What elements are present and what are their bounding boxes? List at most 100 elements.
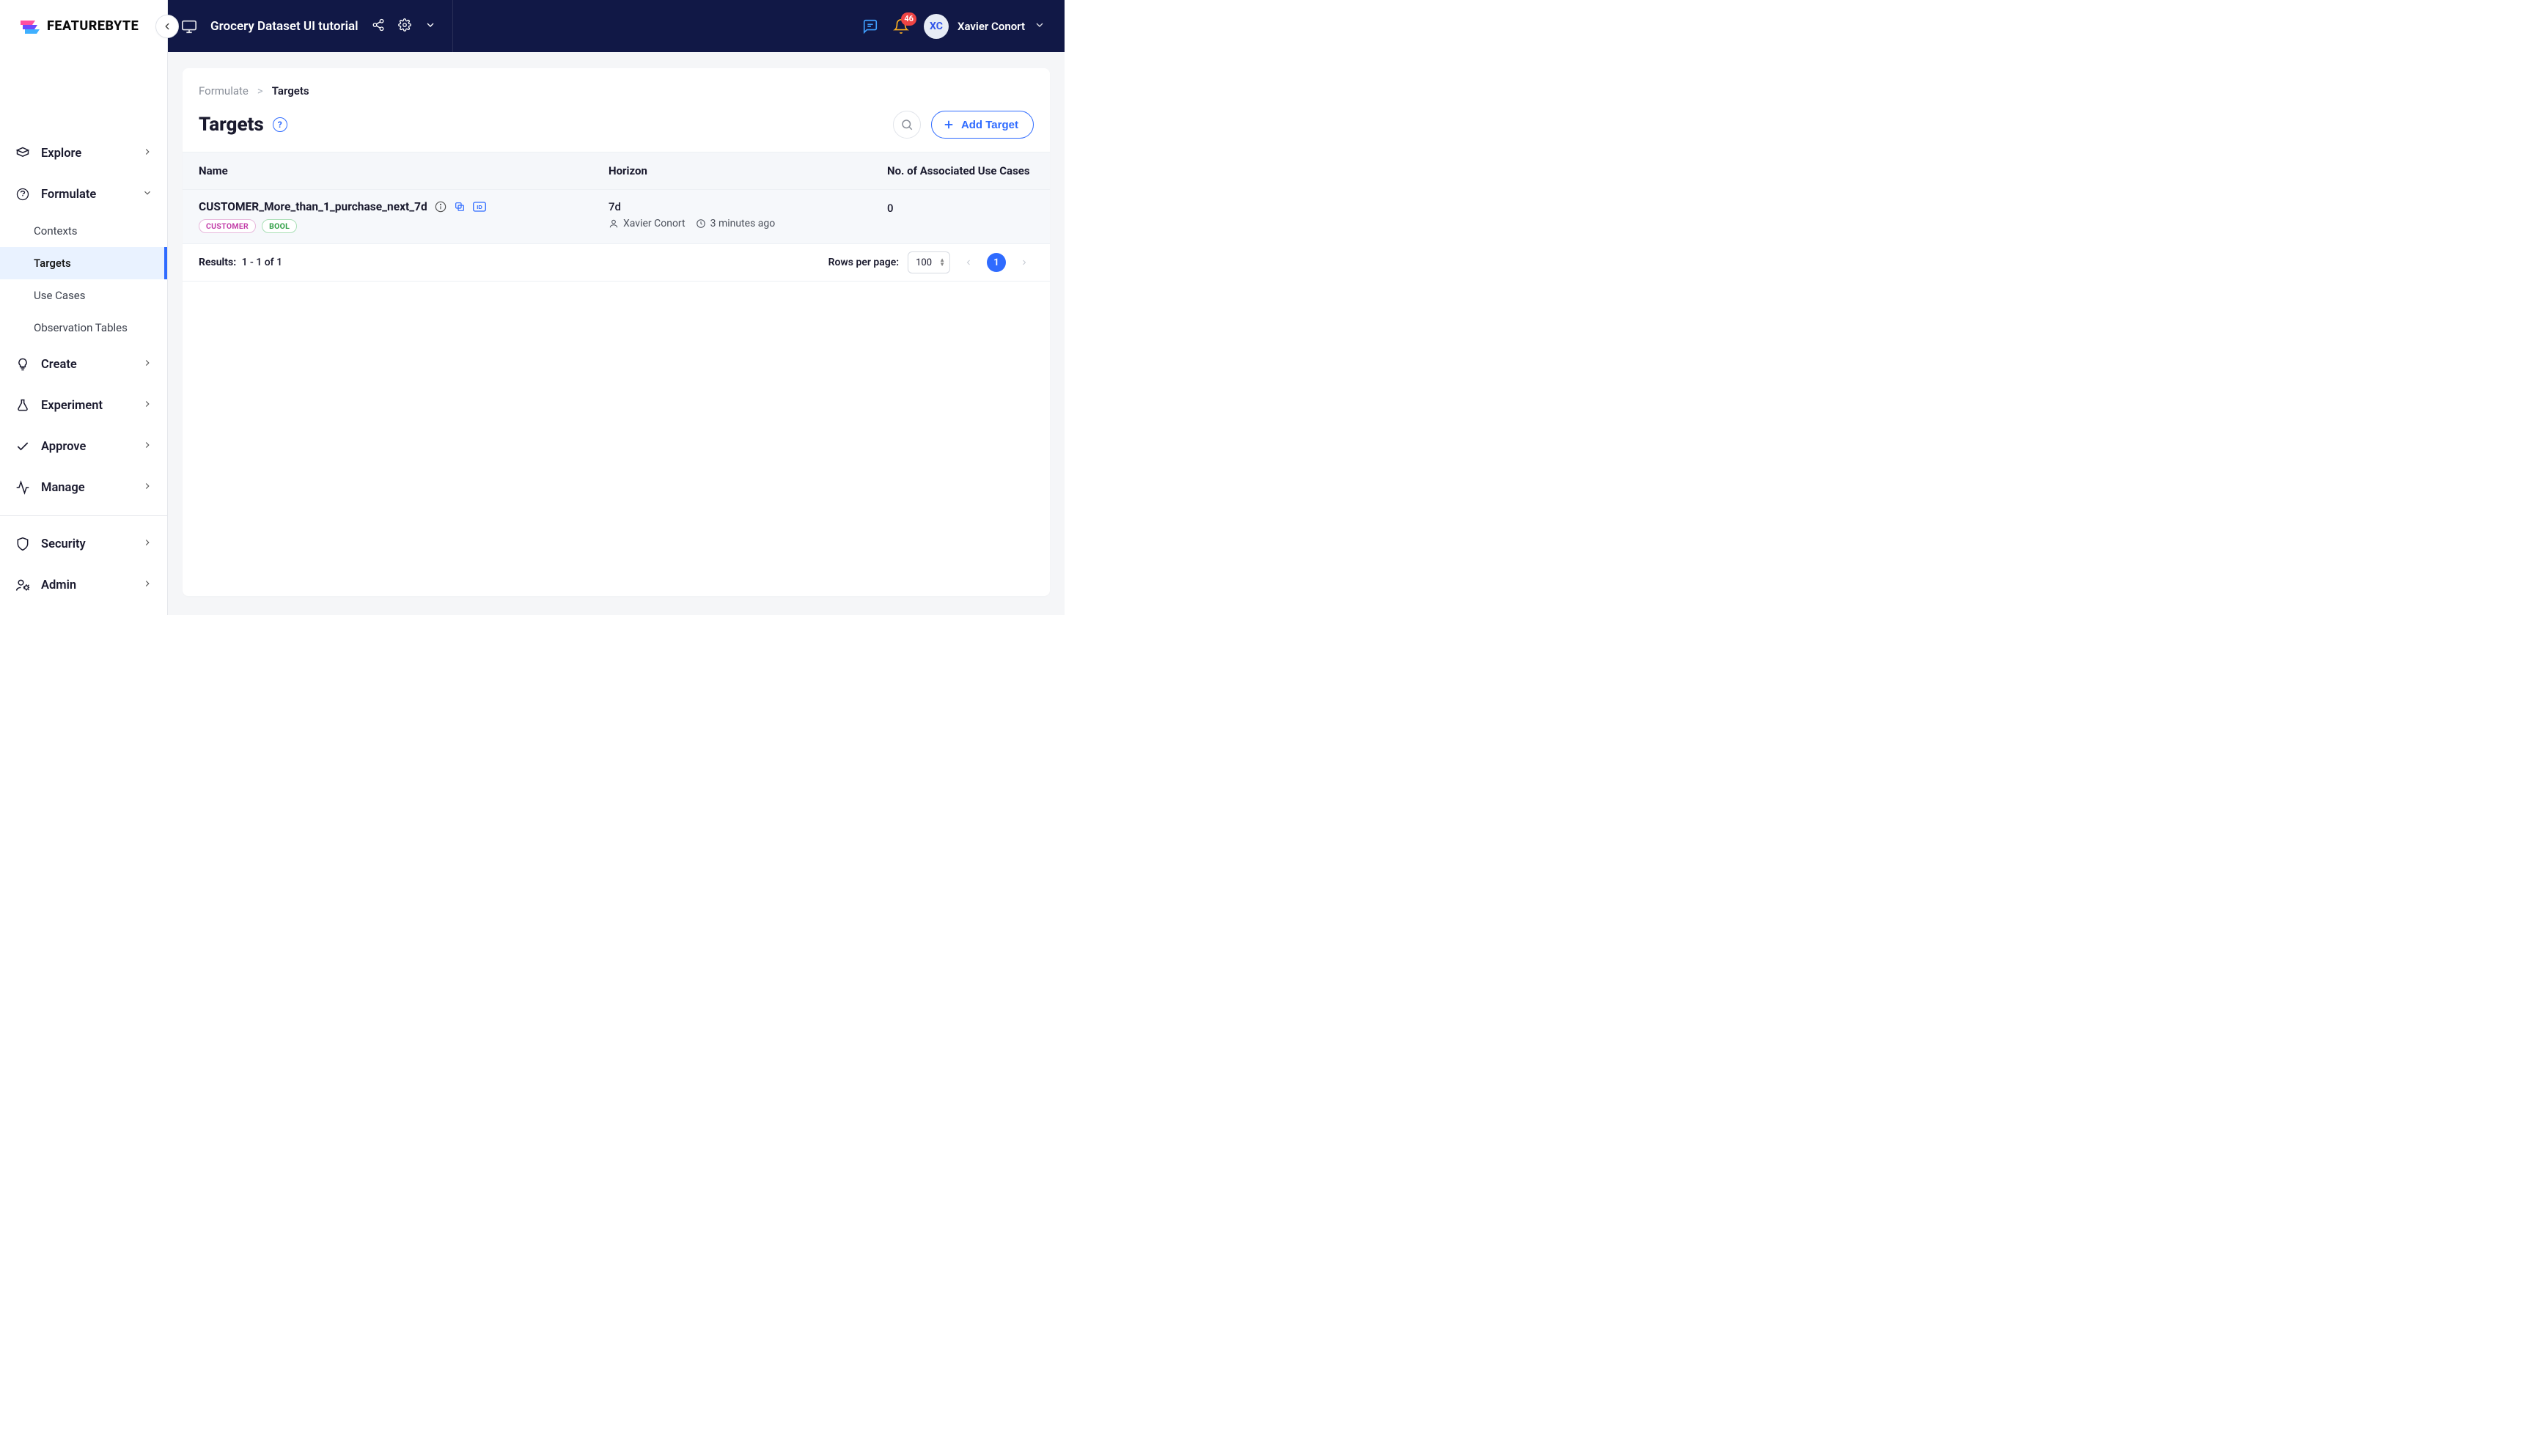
sidebar-item-use-cases[interactable]: Use Cases bbox=[0, 279, 167, 312]
nav-label: Explore bbox=[41, 147, 81, 161]
shield-icon bbox=[15, 537, 31, 551]
chevron-right-icon bbox=[142, 399, 152, 413]
breadcrumb-separator: > bbox=[257, 84, 263, 98]
title-row: Targets ? Add Target bbox=[183, 98, 1050, 152]
chevron-down-icon[interactable] bbox=[424, 19, 436, 34]
entity-badge: CUSTOMER bbox=[199, 219, 256, 233]
search-button[interactable] bbox=[893, 111, 921, 139]
page-title-text: Targets bbox=[199, 114, 264, 136]
plus-icon bbox=[942, 118, 955, 131]
chat-button[interactable] bbox=[862, 18, 878, 34]
chevron-down-icon bbox=[142, 188, 152, 202]
sidebar-item-manage[interactable]: Manage bbox=[0, 467, 167, 508]
sidebar-item-admin[interactable]: Admin bbox=[0, 565, 167, 606]
collapse-sidebar-button[interactable] bbox=[155, 15, 179, 38]
main-area: Grocery Dataset UI tutorial 46 XC bbox=[168, 0, 1065, 615]
notifications-button[interactable]: 46 bbox=[893, 18, 909, 34]
nav-label: Observation Tables bbox=[34, 321, 128, 334]
id-badge-icon[interactable]: ID bbox=[473, 201, 486, 213]
sidebar-item-contexts[interactable]: Contexts bbox=[0, 215, 167, 247]
table-row[interactable]: CUSTOMER_More_than_1_purchase_next_7d ID bbox=[183, 190, 1050, 244]
results-summary: Results: 1 - 1 of 1 bbox=[199, 257, 282, 268]
sidebar-item-security[interactable]: Security bbox=[0, 523, 167, 565]
svg-text:ID: ID bbox=[477, 204, 482, 210]
page-title: Targets ? bbox=[199, 114, 287, 136]
content-wrap: Formulate > Targets Targets ? bbox=[168, 52, 1065, 615]
cell-name: CUSTOMER_More_than_1_purchase_next_7d ID bbox=[199, 200, 609, 233]
target-tags: CUSTOMER BOOL bbox=[199, 219, 609, 233]
results-range: 1 - 1 of 1 bbox=[242, 257, 282, 268]
rows-per-page-select[interactable]: 100 ▲▼ bbox=[908, 251, 950, 273]
chevron-right-icon bbox=[142, 147, 152, 161]
sidebar-item-experiment[interactable]: Experiment bbox=[0, 385, 167, 426]
results-label: Results: bbox=[199, 257, 236, 268]
notifications-count-badge: 46 bbox=[901, 12, 916, 26]
nav-label: Approve bbox=[41, 440, 86, 454]
chevron-right-icon bbox=[142, 440, 152, 454]
nav-label: Security bbox=[41, 537, 86, 551]
user-name-label: Xavier Conort bbox=[958, 20, 1025, 33]
column-header-usecases[interactable]: No. of Associated Use Cases bbox=[887, 164, 1034, 177]
sidebar-item-formulate[interactable]: Formulate bbox=[0, 174, 167, 215]
target-name[interactable]: CUSTOMER_More_than_1_purchase_next_7d bbox=[199, 200, 427, 213]
author-name: Xavier Conort bbox=[623, 218, 686, 229]
project-name: Grocery Dataset UI tutorial bbox=[210, 19, 359, 34]
user-settings-icon bbox=[15, 578, 31, 592]
author-meta: Xavier Conort bbox=[609, 218, 686, 229]
pager: Rows per page: 100 ▲▼ 1 bbox=[828, 251, 1034, 273]
nav-label: Use Cases bbox=[34, 289, 86, 302]
avatar: XC bbox=[924, 14, 949, 39]
add-target-button[interactable]: Add Target bbox=[931, 111, 1034, 139]
share-icon[interactable] bbox=[372, 18, 385, 34]
sidebar-item-create[interactable]: Create bbox=[0, 344, 167, 385]
cell-horizon: 7d Xavier Conort 3 minutes ago bbox=[609, 200, 887, 229]
brand-name: FEATUREBYTE bbox=[47, 18, 139, 34]
breadcrumb: Formulate > Targets bbox=[183, 84, 1050, 98]
chevron-left-icon bbox=[964, 258, 973, 267]
nav-label: Create bbox=[41, 358, 77, 372]
user-menu[interactable]: XC Xavier Conort bbox=[924, 14, 1045, 39]
time-meta: 3 minutes ago bbox=[696, 218, 776, 229]
table-header: Name Horizon No. of Associated Use Cases bbox=[183, 152, 1050, 190]
chevron-left-icon bbox=[162, 21, 172, 32]
cell-usecases: 0 bbox=[887, 200, 1034, 215]
pager-next-button[interactable] bbox=[1015, 253, 1034, 272]
project-selector[interactable]: Grocery Dataset UI tutorial bbox=[181, 18, 359, 34]
topbar-right: 46 XC Xavier Conort bbox=[862, 14, 1045, 39]
topbar-left: Grocery Dataset UI tutorial bbox=[181, 0, 456, 52]
user-icon bbox=[609, 218, 619, 229]
brand-logo[interactable]: FEATUREBYTE bbox=[21, 18, 139, 34]
chevron-right-icon bbox=[142, 578, 152, 592]
divider bbox=[452, 0, 453, 52]
activity-icon bbox=[15, 480, 31, 495]
sidebar: FEATUREBYTE Explore Formulate bbox=[0, 0, 168, 615]
rows-per-page-label: Rows per page: bbox=[828, 257, 899, 268]
lightbulb-icon bbox=[15, 357, 31, 372]
help-icon[interactable]: ? bbox=[273, 117, 287, 132]
chevron-right-icon bbox=[142, 358, 152, 372]
breadcrumb-root[interactable]: Formulate bbox=[199, 84, 249, 98]
settings-icon[interactable] bbox=[398, 18, 411, 34]
chevron-down-icon bbox=[1034, 19, 1045, 34]
search-icon bbox=[900, 118, 914, 131]
formulate-subnav: Contexts Targets Use Cases Observation T… bbox=[0, 215, 167, 344]
divider bbox=[0, 515, 167, 516]
nav-label: Manage bbox=[41, 481, 85, 495]
select-chevron-icon: ▲▼ bbox=[939, 258, 945, 267]
copy-icon[interactable] bbox=[454, 201, 466, 213]
sidebar-item-targets[interactable]: Targets bbox=[0, 247, 167, 279]
brain-icon bbox=[15, 187, 31, 202]
add-button-label: Add Target bbox=[961, 119, 1018, 131]
column-header-name[interactable]: Name bbox=[199, 164, 609, 177]
sidebar-item-explore[interactable]: Explore bbox=[0, 133, 167, 174]
column-header-horizon[interactable]: Horizon bbox=[609, 164, 887, 177]
pager-current-page[interactable]: 1 bbox=[987, 253, 1006, 272]
sidebar-header: FEATUREBYTE bbox=[0, 0, 167, 52]
pager-prev-button[interactable] bbox=[959, 253, 978, 272]
sidebar-item-approve[interactable]: Approve bbox=[0, 426, 167, 467]
horizon-value: 7d bbox=[609, 200, 887, 213]
nav-label: Experiment bbox=[41, 399, 103, 413]
logo-mark-icon bbox=[21, 18, 41, 34]
info-icon[interactable] bbox=[435, 201, 446, 213]
sidebar-item-observation-tables[interactable]: Observation Tables bbox=[0, 312, 167, 344]
